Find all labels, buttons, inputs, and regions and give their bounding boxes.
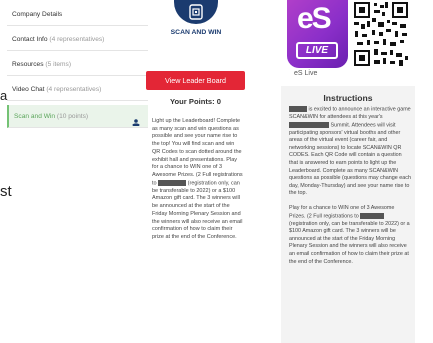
redacted-block <box>360 212 385 219</box>
instructions-paragraph: is excited to announce an interactive ga… <box>289 106 411 198</box>
instructions-title: Instructions <box>323 93 373 103</box>
sidebar-item-count: (4 representatives) <box>46 86 102 93</box>
sidebar-item-count: (4 representatives) <box>49 36 105 43</box>
qr-code-icon <box>174 0 218 24</box>
redacted-block <box>289 121 329 128</box>
sidebar-item-label: Scan and Win <box>14 113 56 120</box>
instructions-paragraph: Play for a chance to WIN one of 3 Awesom… <box>289 205 411 266</box>
logo-caption: eS Live <box>294 70 318 77</box>
instructions-text: is excited to announce an interactive ga… <box>289 106 411 121</box>
sidebar-item-scan-and-win[interactable]: Scan and Win (10 points) <box>7 105 148 128</box>
instructions-body: is excited to announce an interactive ga… <box>289 106 411 273</box>
scan-and-win-description: Light up the Leaderboard! Complete as ma… <box>152 118 244 242</box>
person-icon <box>132 113 140 127</box>
sidebar-item-label: Contact Info <box>12 36 48 43</box>
cropped-text-fragment: st <box>0 183 12 200</box>
sidebar-item-label: Video Chat <box>12 86 45 93</box>
view-leader-board-button[interactable]: View Leader Board <box>146 71 245 90</box>
sidebar-item-label: Company Details <box>12 11 63 18</box>
logo-text: eS <box>297 2 332 35</box>
sidebar-item-video-chat[interactable]: Video Chat (4 representatives) <box>7 78 148 101</box>
redacted-block <box>289 106 307 112</box>
instructions-text: Summit. Attendees will visit participati… <box>289 122 411 197</box>
description-text: (registration only, can be transferable … <box>152 180 243 240</box>
es-live-logo: eS LIVE <box>287 0 348 68</box>
qr-code-image <box>352 0 410 70</box>
logo-live-text: LIVE <box>296 42 338 59</box>
sidebar-item-label: Resources <box>12 61 44 68</box>
points-counter: Your Points: 0 <box>170 97 221 106</box>
description-text: Light up the Leaderboard! Complete as ma… <box>152 118 243 187</box>
sidebar-item-count: (10 points) <box>56 113 89 120</box>
sidebar-item-company-details[interactable]: Company Details <box>7 3 148 26</box>
cropped-text-fragment: a <box>0 88 8 103</box>
sidebar-item-resources[interactable]: Resources (5 items) <box>7 53 148 76</box>
sidebar-item-count: (5 items) <box>45 61 72 68</box>
instructions-text: (registration only, can be transferable … <box>289 220 410 265</box>
scan-and-win-title: SCAN AND WIN <box>170 29 222 36</box>
redacted-block <box>158 179 187 186</box>
sidebar-item-contact-info[interactable]: Contact Info (4 representatives) <box>7 28 148 51</box>
exhibitor-sidebar: Company Details Contact Info (4 represen… <box>0 0 148 132</box>
